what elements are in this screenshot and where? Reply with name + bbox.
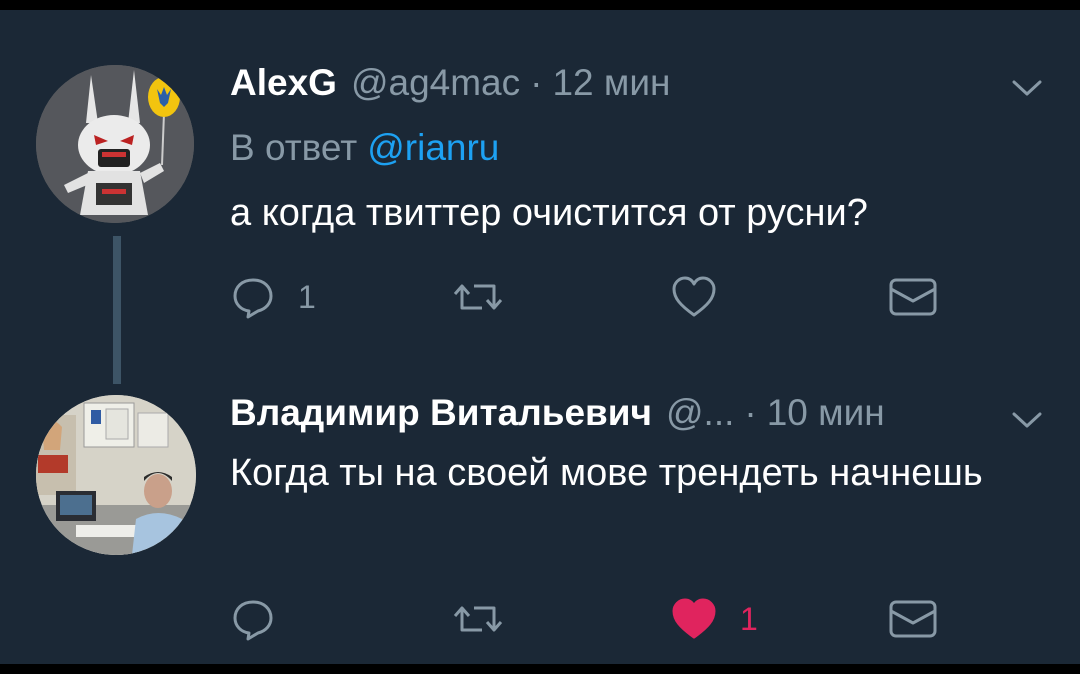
- tweet-header: Владимир Витальевич @... · 10 мин: [230, 392, 885, 434]
- retweet-button[interactable]: [452, 594, 504, 644]
- reply-icon: [233, 278, 273, 319]
- chevron-down-icon[interactable]: [1010, 76, 1044, 100]
- tweet[interactable]: AlexG @ag4mac · 12 мин В ответ @rianru а …: [0, 10, 1080, 384]
- like-icon: [672, 598, 716, 639]
- reply-icon: [233, 600, 273, 641]
- direct-message-button[interactable]: [888, 594, 938, 644]
- tweet-header: AlexG @ag4mac · 12 мин: [230, 62, 670, 104]
- tweet-text: а когда твиттер очистится от русни?: [230, 192, 868, 234]
- like-button[interactable]: [670, 272, 740, 322]
- direct-message-icon: [889, 278, 937, 316]
- direct-message-button[interactable]: [888, 272, 938, 322]
- separator-dot: ·: [530, 62, 543, 103]
- tweet-actions: 1: [230, 272, 950, 322]
- reply-prefix: В ответ: [230, 127, 358, 168]
- reply-to-link[interactable]: @rianru: [367, 127, 499, 168]
- chevron-down-icon[interactable]: [1010, 408, 1044, 432]
- bottom-border: [0, 664, 1080, 674]
- direct-message-icon: [889, 600, 937, 638]
- reply-count: 1: [298, 278, 316, 315]
- tweet-text: Когда ты на своей мове трендеть начнешь: [230, 452, 983, 494]
- retweet-button[interactable]: [452, 272, 504, 322]
- author-handle[interactable]: @ag4mac: [351, 62, 520, 104]
- separator-dot: ·: [744, 392, 757, 433]
- author-name[interactable]: Владимир Витальевич: [230, 392, 652, 434]
- thread-line: [113, 236, 121, 384]
- reply-button[interactable]: [230, 594, 298, 644]
- like-count: 1: [740, 600, 758, 637]
- like-button[interactable]: 1: [670, 594, 758, 644]
- avatar-office-photo: [36, 395, 196, 555]
- like-icon: [672, 276, 716, 317]
- author-name[interactable]: AlexG: [230, 62, 337, 104]
- timestamp[interactable]: 12 мин: [552, 62, 670, 104]
- retweet-icon: [453, 606, 503, 632]
- timeline-screen: AlexG @ag4mac · 12 мин В ответ @rianru а …: [0, 0, 1080, 674]
- tweet-actions: 1: [230, 594, 950, 644]
- avatar-rabbit-image: [36, 65, 194, 223]
- retweet-icon: [453, 284, 503, 310]
- tweet[interactable]: Владимир Витальевич @... · 10 мин Когда …: [0, 370, 1080, 674]
- reply-context: В ответ @rianru: [230, 127, 499, 169]
- avatar[interactable]: [36, 65, 194, 223]
- reply-button[interactable]: 1: [230, 272, 316, 322]
- author-handle[interactable]: @...: [666, 392, 734, 434]
- avatar[interactable]: [36, 395, 196, 555]
- timestamp[interactable]: 10 мин: [767, 392, 885, 434]
